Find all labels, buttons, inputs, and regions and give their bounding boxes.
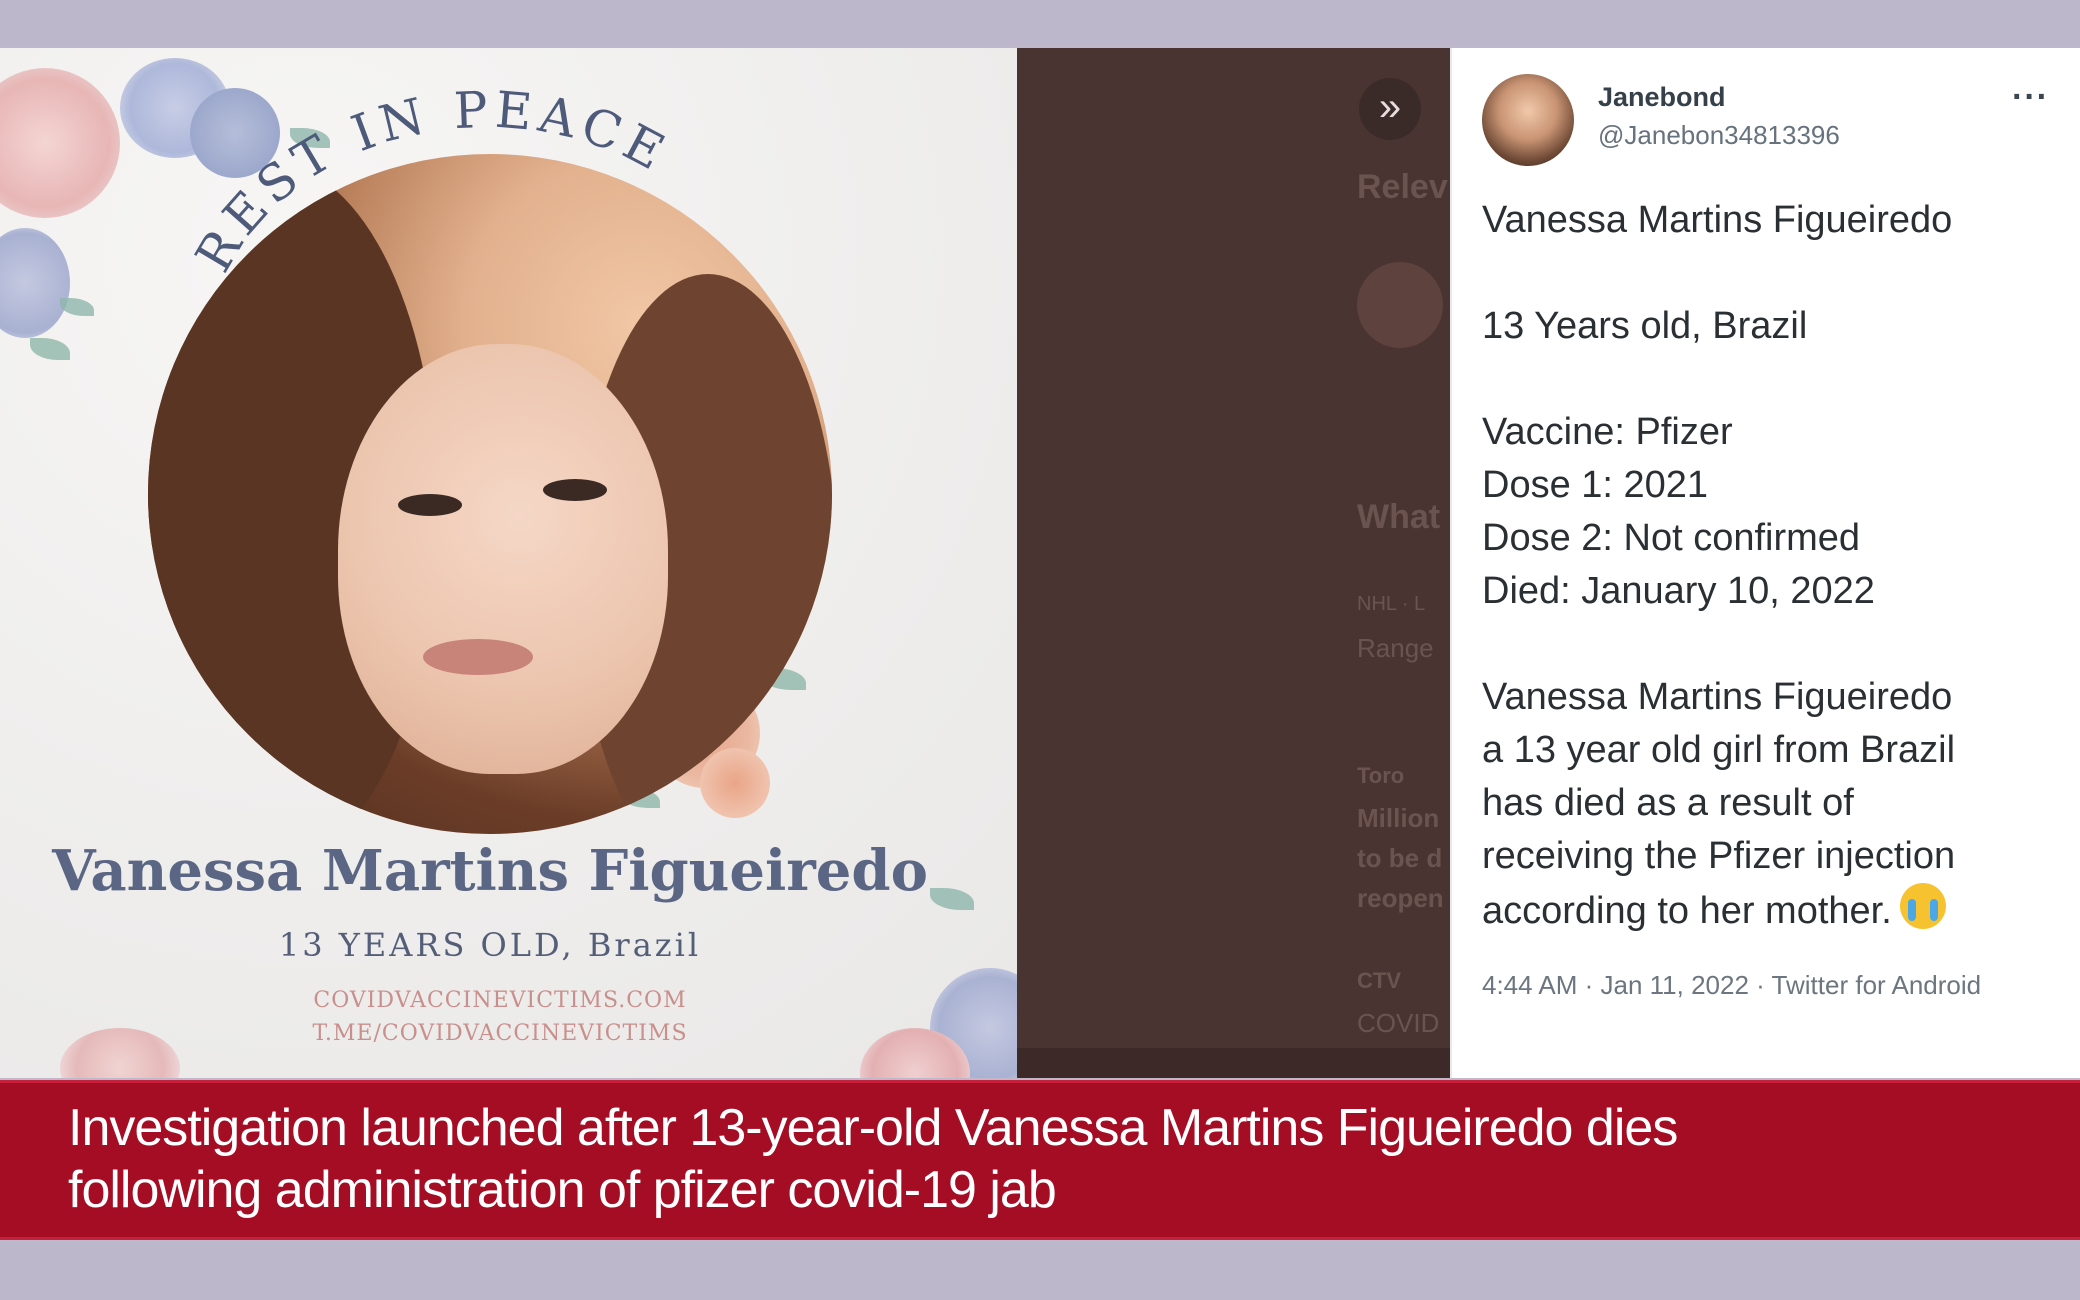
loudly-crying-face-icon [1899,883,1946,929]
memorial-portrait-photo [148,154,832,834]
faded-text: COVID [1357,1008,1440,1038]
memorial-age-line: 13 YEARS OLD, Brazil [278,926,702,964]
tweet-line: Vanessa Martins Figueiredo [1482,199,1953,241]
faded-text: CTV [1357,968,1401,993]
tweet-text: Vanessa Martins Figueiredo 13 Years old,… [1482,194,2072,938]
memorial-telegram-link: T.ME/COVIDVACCINEVICTIMS [312,1021,688,1046]
tweet-line: Dose 1: 2021 [1482,464,1709,506]
headline-line-1: Investigation launched after 13-year-old… [68,1099,1678,1157]
tweet-line: Died: January 10, 2022 [1482,570,1875,612]
faded-text: reopen [1357,883,1444,913]
more-options-icon[interactable]: ··· [2012,78,2049,117]
memorial-name: Vanessa Martins Figueiredo [52,838,928,904]
tweet-line [1482,618,2072,671]
faded-text: Toro [1357,763,1405,788]
faded-text: Million [1357,803,1440,833]
tweet-line: receiving the Pfizer injection [1482,835,1956,877]
faded-section-heading: Relev [1357,168,1448,206]
tweet-line: a 13 year old girl from Brazil [1482,729,1956,771]
tweet-line [1482,353,2072,406]
tweet-author-avatar[interactable] [1482,74,1574,166]
faded-bottom-strip [1017,1048,1450,1078]
top-frame-band [0,0,2080,46]
tweet-timestamp-source[interactable]: 4:44 AM · Jan 11, 2022 · Twitter for And… [1482,966,2002,1004]
news-caption-banner: Investigation launched after 13-year-old… [0,1080,2080,1240]
tweet-line: Vaccine: Pfizer [1482,411,1733,453]
screenshot-stage: REST IN PEACE Vanessa Martins Figueiredo… [0,48,2080,1078]
tweet-line: Dose 2: Not confirmed [1482,517,1861,559]
dimmed-background-page: » Relev What NHL · L Range Toro Million … [1017,48,1450,1078]
tweet-line-text: according to her mother. [1482,890,1892,932]
tweet-line: according to her mother. [1482,883,2072,938]
faded-text: NHL · L [1357,593,1426,615]
faded-avatar [1357,262,1443,348]
tweet-card[interactable]: Janebond @Janebon34813396 ··· Vanessa Ma… [1450,48,2080,1078]
memorial-website-link: COVIDVACCINEVICTIMS.COM [313,988,687,1013]
tweet-author-name[interactable]: Janebond [1598,82,1726,113]
faded-text: to be d [1357,843,1443,873]
faded-section-heading: What [1357,498,1441,536]
tweet-line [1482,247,2072,300]
tweet-line: has died as a result of [1482,782,1854,824]
tweet-line: 13 Years old, Brazil [1482,305,1808,347]
expand-panel-button[interactable]: » [1359,78,1421,140]
tweet-author-handle[interactable]: @Janebon34813396 [1598,120,1840,151]
memorial-card: REST IN PEACE Vanessa Martins Figueiredo… [0,48,1017,1078]
tweet-line: Vanessa Martins Figueiredo [1482,676,1953,718]
bottom-frame-band [0,1242,2080,1300]
headline-line-2: following administration of pfizer covid… [68,1161,1057,1219]
chevrons-right-icon: » [1378,85,1402,129]
faded-text: Range [1357,633,1434,663]
news-headline: Investigation launched after 13-year-old… [68,1097,2028,1221]
